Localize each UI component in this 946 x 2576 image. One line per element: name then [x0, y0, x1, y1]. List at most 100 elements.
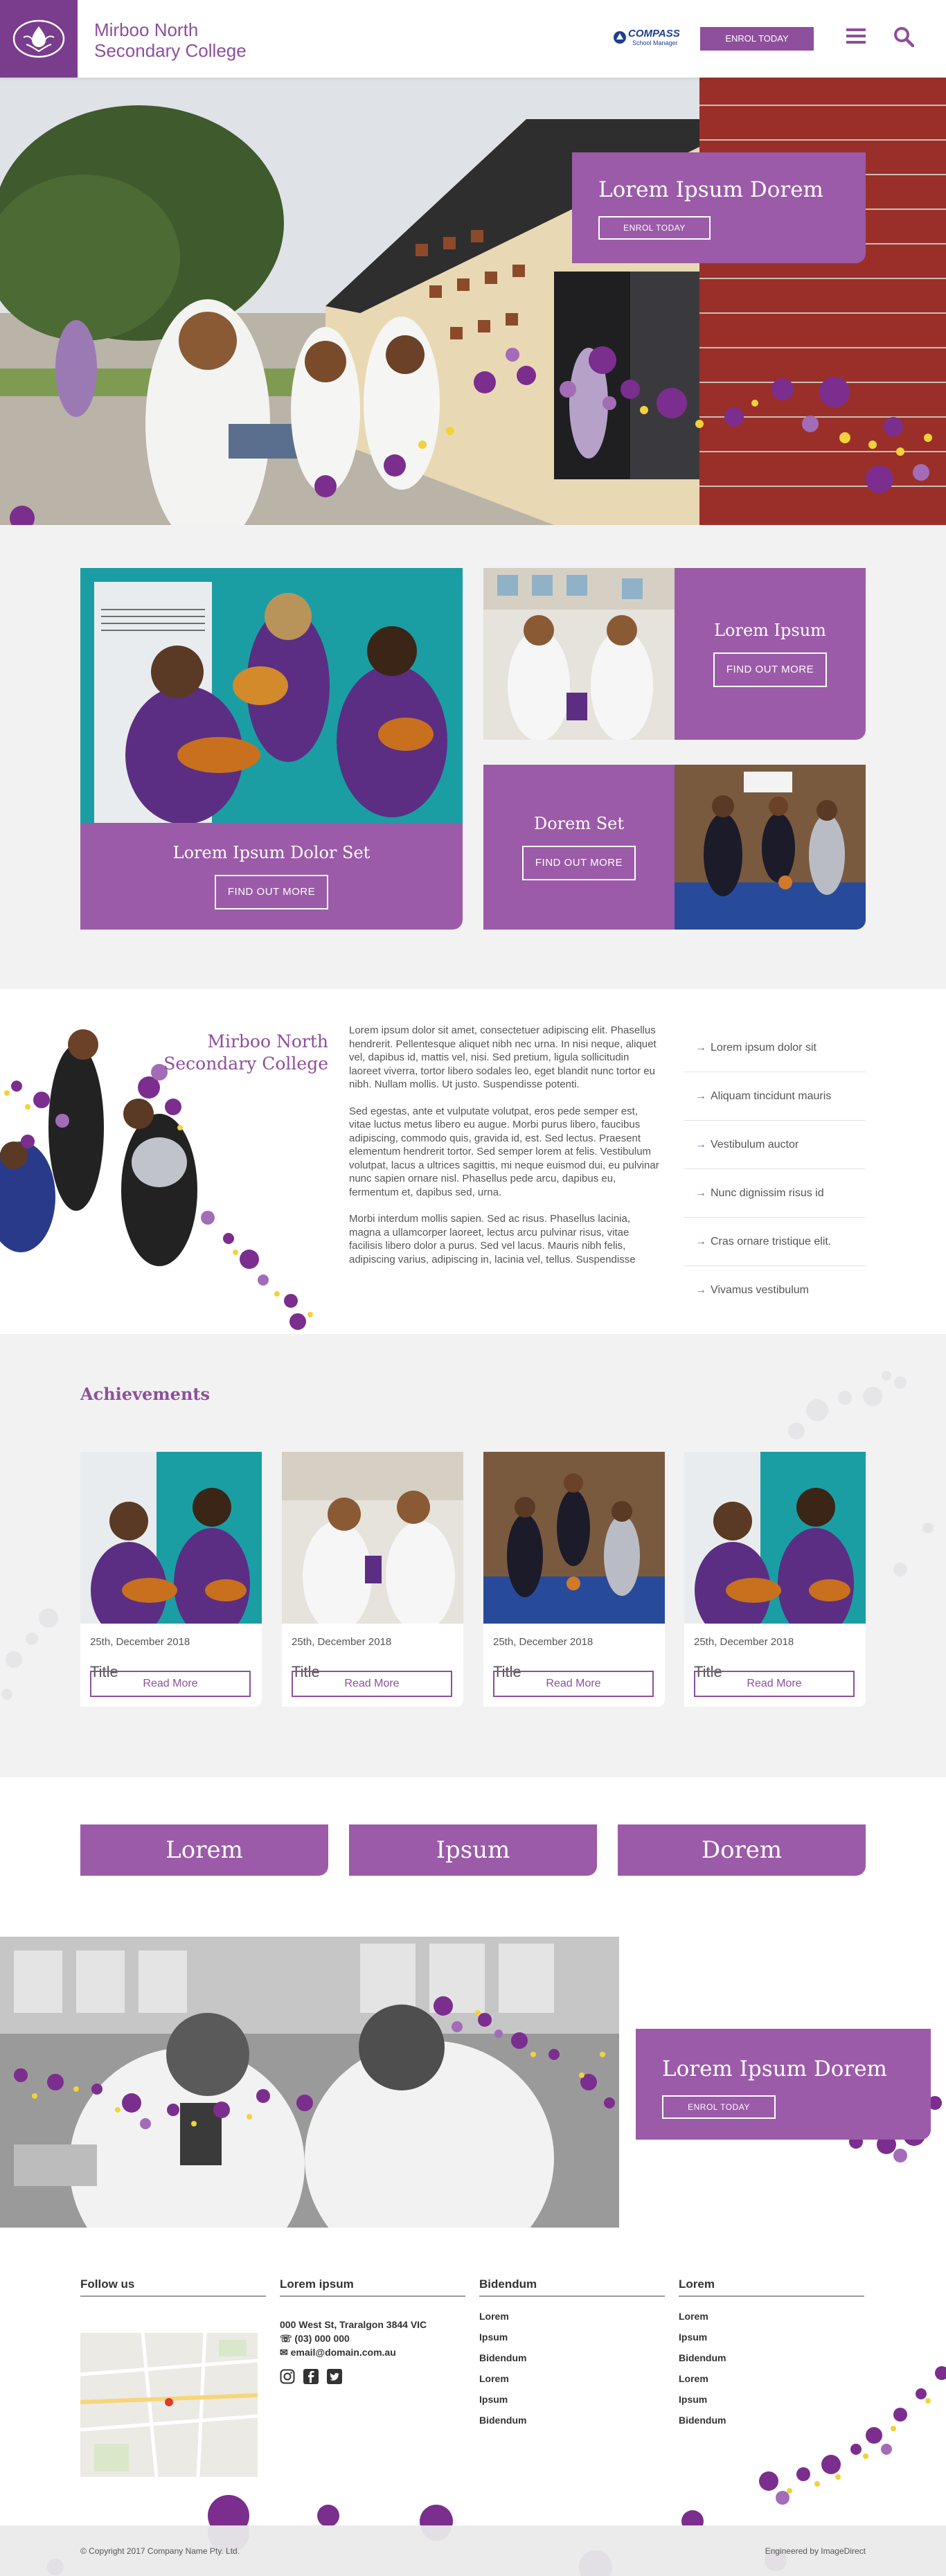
- achievement-card[interactable]: 25th, December 2018 Title Read More: [80, 1452, 262, 1707]
- footer-link[interactable]: Bidendum: [679, 2352, 864, 2373]
- footer-heading: Lorem ipsum: [280, 2277, 465, 2297]
- achievement-photo: [282, 1452, 463, 1632]
- envelope-icon: ✉: [280, 2347, 291, 2358]
- engineered-by-link[interactable]: Engineered by ImageDirect: [765, 2546, 866, 2556]
- footer-link[interactable]: Ipsum: [679, 2331, 864, 2352]
- science-students-photo: [483, 568, 675, 740]
- find-out-more-button[interactable]: FIND OUT MORE: [713, 652, 827, 687]
- school-logo[interactable]: [0, 0, 78, 78]
- achievement-date: 25th, December 2018: [292, 1636, 392, 1648]
- twitter-icon[interactable]: [327, 2369, 342, 2384]
- read-more-button[interactable]: Read More: [292, 1671, 452, 1697]
- footer-link[interactable]: Ipsum: [479, 2331, 665, 2352]
- footer-email-row[interactable]: ✉ email@domain.com.au: [280, 2345, 465, 2359]
- feature-tile-science[interactable]: Lorem Ipsum FIND OUT MORE: [483, 568, 866, 740]
- school-name[interactable]: Mirboo North Secondary College: [94, 19, 274, 61]
- arrow-right-icon: →: [695, 1041, 706, 1054]
- compass-logo-link[interactable]: COMPASS School Manager: [613, 28, 680, 48]
- compass-sub: School Manager: [632, 39, 678, 46]
- footer-phone-row[interactable]: ☏ (03) 000 000: [280, 2331, 465, 2345]
- achievement-date: 25th, December 2018: [90, 1636, 190, 1648]
- science-enrol-button[interactable]: ENROL TODAY: [662, 2095, 776, 2119]
- achievement-photo: [483, 1452, 665, 1624]
- achievement-photo: [684, 1452, 866, 1639]
- arrow-right-icon: →: [695, 1090, 706, 1102]
- achievement-card[interactable]: 25th, December 2018 Title Read More: [483, 1452, 665, 1707]
- about-body: Lorem ipsum dolor sit amet, consectetuer…: [349, 1024, 661, 1315]
- footer-heading: Follow us: [80, 2277, 266, 2297]
- science-banner: Lorem Ipsum Dorem ENROL TODAY: [0, 1937, 946, 2228]
- quick-link[interactable]: → Vivamus vestibulum: [684, 1266, 866, 1315]
- quick-link-label: Cras ornare tristique elit.: [711, 1235, 832, 1247]
- footer-link[interactable]: Ipsum: [679, 2394, 864, 2415]
- footer-phone: (03) 000 000: [294, 2333, 350, 2344]
- achievements-heading: Achievements: [80, 1384, 210, 1404]
- phone-icon: ☏: [280, 2333, 295, 2344]
- big-link-button[interactable]: Ipsum: [349, 1824, 597, 1876]
- arrow-right-icon: →: [695, 1235, 706, 1247]
- quick-link-label: Aliquam tincidunt mauris: [711, 1090, 832, 1102]
- achievement-card[interactable]: 25th, December 2018 Title Read More: [282, 1452, 463, 1707]
- arrow-right-icon: →: [695, 1138, 706, 1151]
- footer-link[interactable]: Lorem: [479, 2373, 665, 2394]
- footer-link[interactable]: Lorem: [679, 2373, 864, 2394]
- science-callout: Lorem Ipsum Dorem ENROL TODAY: [636, 2029, 931, 2140]
- site-footer: Follow us Lorem ipsum 000 West St, Trara…: [0, 2228, 946, 2525]
- footer-link[interactable]: Lorem: [679, 2311, 864, 2331]
- feature-tile-sport[interactable]: Dorem Set FIND OUT MORE: [483, 765, 866, 930]
- about-paragraph: Lorem ipsum dolor sit amet, consectetuer…: [349, 1024, 657, 1090]
- footer-heading: Bidendum: [479, 2277, 665, 2297]
- feature-tile-music[interactable]: Lorem Ipsum Dolor Set FIND OUT MORE: [80, 568, 463, 930]
- facebook-icon[interactable]: [303, 2369, 319, 2384]
- footer-link[interactable]: Bidendum: [679, 2415, 864, 2435]
- quick-link[interactable]: → Vestibulum auctor: [684, 1121, 866, 1169]
- copyright-bar: © Copyright 2017 Company Name Pty. Ltd. …: [0, 2525, 946, 2576]
- feature-tile-science-panel: Lorem Ipsum FIND OUT MORE: [675, 568, 866, 740]
- find-out-more-button[interactable]: FIND OUT MORE: [215, 875, 328, 909]
- site-header: Mirboo North Secondary College COMPASS S…: [0, 0, 946, 78]
- achievement-date: 25th, December 2018: [493, 1636, 594, 1648]
- feature-tile-title: Lorem Ipsum: [714, 621, 826, 640]
- hero-enrol-button[interactable]: ENROL TODAY: [598, 216, 711, 240]
- music-students-photo: [80, 568, 463, 823]
- achievements-section: Achievements 25th, December 2018 Title R…: [0, 1334, 946, 1777]
- big-link-button[interactable]: Lorem: [80, 1824, 328, 1876]
- about-title-line2: Secondary College: [163, 1054, 328, 1074]
- footer-follow-column: Follow us: [80, 2277, 266, 2477]
- quick-link[interactable]: → Nunc dignissim risus id: [684, 1169, 866, 1218]
- school-crest-icon: [12, 19, 65, 58]
- quick-link[interactable]: → Aliquam tincidunt mauris: [684, 1072, 866, 1121]
- search-icon[interactable]: [893, 26, 914, 47]
- hero-callout: Lorem Ipsum Dorem ENROL TODAY: [572, 152, 866, 263]
- social-links: [280, 2369, 465, 2384]
- basketball-students-photo: [675, 765, 866, 930]
- big-link-button[interactable]: Dorem: [618, 1824, 866, 1876]
- footer-links-column-2: Lorem Lorem Ipsum Bidendum Lorem Ipsum B…: [679, 2277, 864, 2435]
- find-out-more-button[interactable]: FIND OUT MORE: [522, 846, 636, 880]
- school-name-line1: Mirboo North: [94, 19, 199, 40]
- footer-link[interactable]: Lorem: [479, 2311, 665, 2331]
- big-link-buttons: Lorem Ipsum Dorem: [0, 1777, 946, 1937]
- footer-link[interactable]: Bidendum: [479, 2415, 665, 2435]
- enrol-today-button[interactable]: ENROL TODAY: [700, 27, 814, 51]
- read-more-button[interactable]: Read More: [493, 1671, 654, 1697]
- quick-link-label: Vivamus vestibulum: [711, 1284, 809, 1296]
- quick-link[interactable]: → Cras ornare tristique elit.: [684, 1218, 866, 1266]
- feature-tile-music-panel: Lorem Ipsum Dolor Set FIND OUT MORE: [80, 823, 463, 930]
- instagram-icon[interactable]: [280, 2369, 295, 2384]
- quick-link[interactable]: → Lorem ipsum dolor sit: [684, 1024, 866, 1072]
- achievement-card[interactable]: 25th, December 2018 Title Read More: [684, 1452, 866, 1707]
- hero-banner: Lorem Ipsum Dorem ENROL TODAY: [0, 78, 946, 525]
- science-title: Lorem Ipsum Dorem: [662, 2057, 887, 2081]
- location-map[interactable]: [80, 2333, 258, 2477]
- footer-link[interactable]: Ipsum: [479, 2394, 665, 2415]
- achievement-date: 25th, December 2018: [694, 1636, 794, 1648]
- footer-link[interactable]: Bidendum: [479, 2352, 665, 2373]
- about-section: Mirboo North Secondary College Lorem ips…: [0, 989, 946, 1334]
- footer-links-column-1: Bidendum Lorem Ipsum Bidendum Lorem Ipsu…: [479, 2277, 665, 2435]
- footer-email: email@domain.com.au: [290, 2347, 396, 2358]
- read-more-button[interactable]: Read More: [694, 1671, 855, 1697]
- read-more-button[interactable]: Read More: [90, 1671, 251, 1697]
- hamburger-menu-icon[interactable]: [846, 28, 866, 44]
- feature-tile-title: Dorem Set: [533, 814, 625, 833]
